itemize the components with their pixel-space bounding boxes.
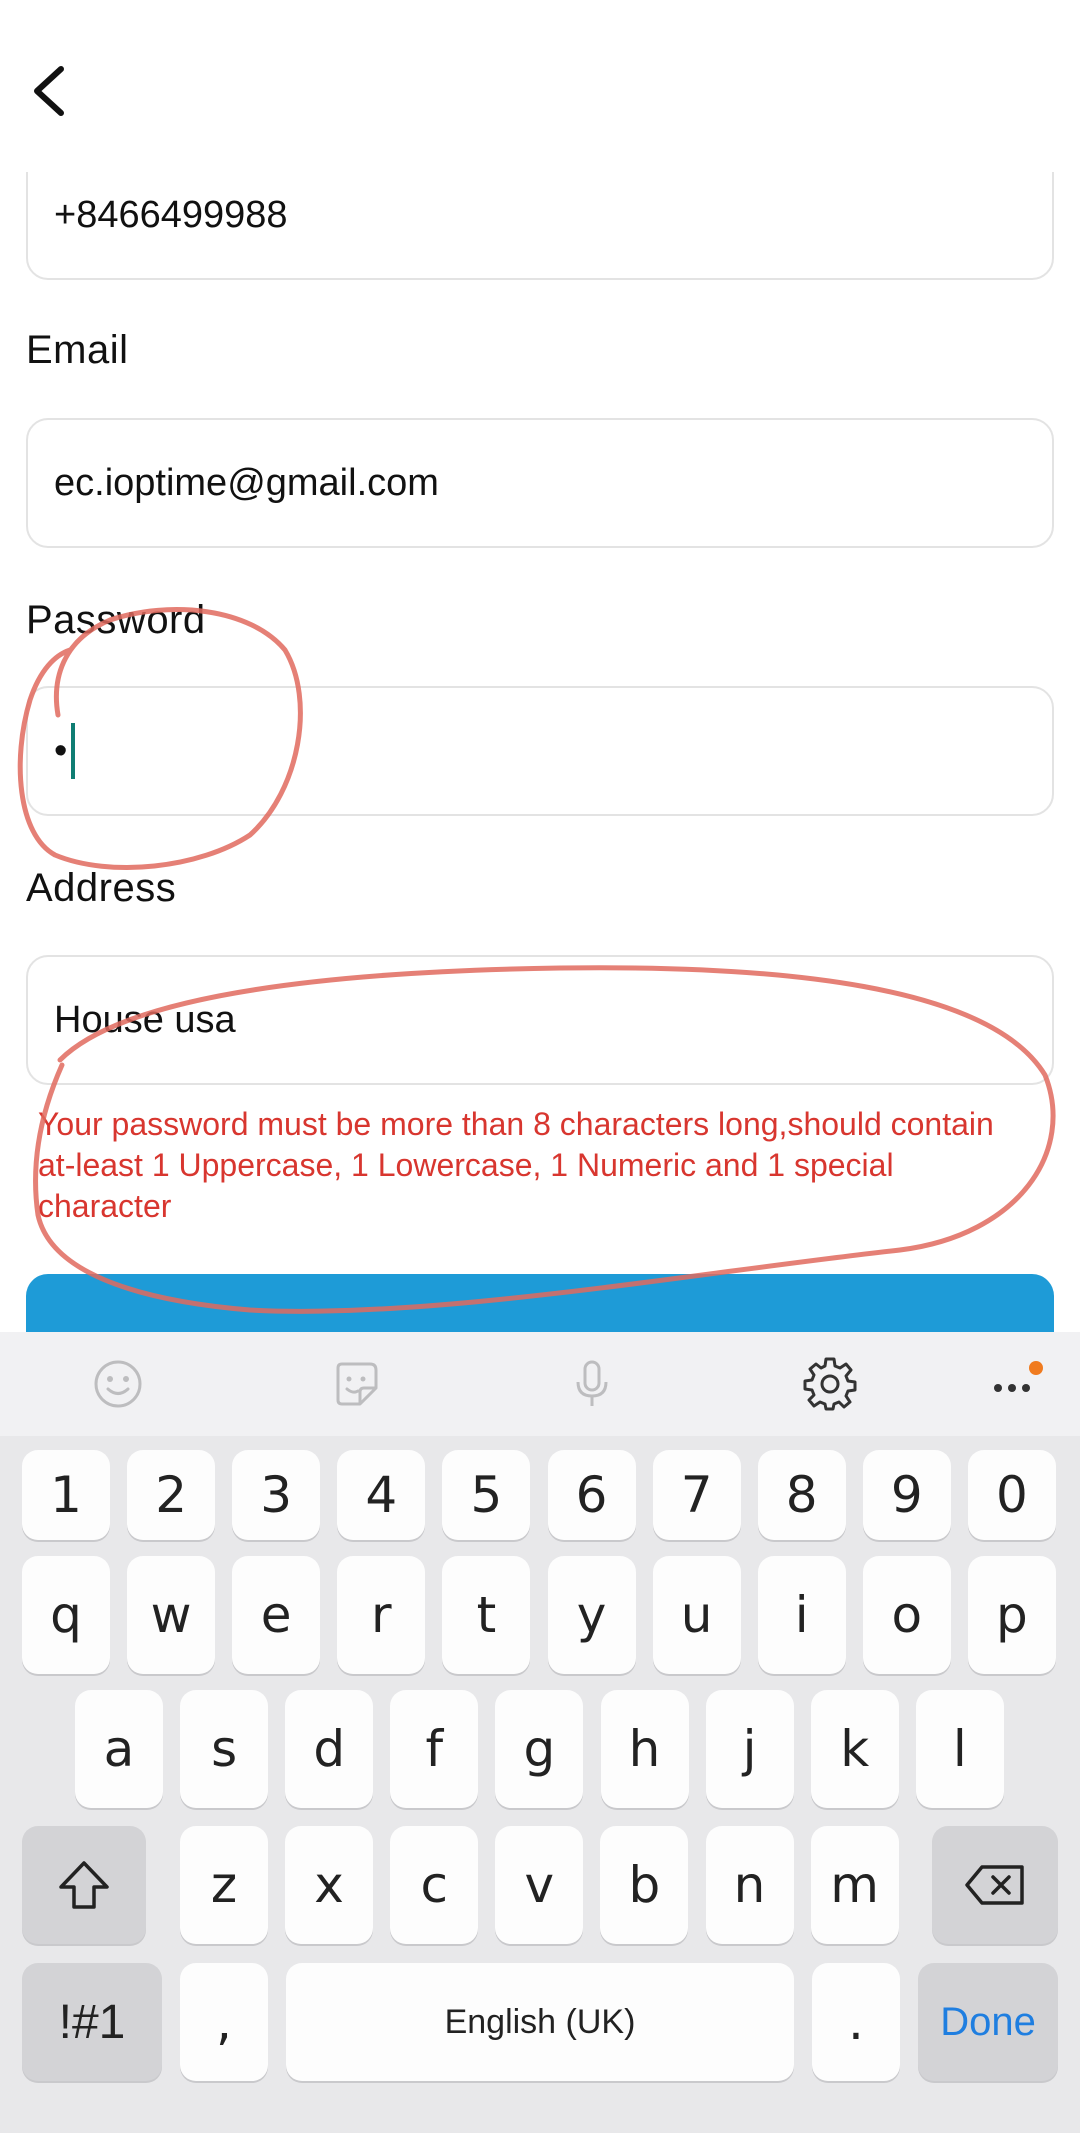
address-label: Address	[26, 866, 177, 910]
password-field[interactable]: •	[26, 686, 1054, 816]
letter-key-b[interactable]: b	[600, 1826, 689, 1944]
keyboard-settings-button[interactable]	[800, 1354, 860, 1414]
password-value: •	[54, 730, 68, 772]
number-key-1[interactable]: 1	[22, 1450, 110, 1540]
emoji-button[interactable]	[88, 1354, 148, 1414]
sticker-button[interactable]	[326, 1354, 386, 1414]
letter-key-t[interactable]: t	[442, 1556, 531, 1674]
settings-icon	[803, 1357, 857, 1411]
emoji-icon	[94, 1360, 142, 1408]
more-icon	[994, 1361, 1043, 1392]
number-key-7[interactable]: 7	[652, 1450, 741, 1540]
sticker-icon	[336, 1362, 378, 1406]
password-label: Password	[26, 598, 206, 642]
letter-key-m[interactable]: m	[810, 1826, 899, 1944]
number-key-2[interactable]: 2	[127, 1450, 216, 1540]
email-field[interactable]: ec.ioptime@gmail.com	[26, 418, 1054, 548]
letter-key-l[interactable]: l	[915, 1690, 1004, 1808]
phone-value: +8466499988	[54, 193, 288, 236]
period-key[interactable]: .	[812, 1963, 900, 2081]
letter-key-x[interactable]: x	[285, 1826, 374, 1944]
back-arrow-icon	[34, 66, 64, 116]
email-label: Email	[26, 328, 129, 372]
backspace-icon	[965, 1865, 1024, 1905]
keyboard-toolbar	[0, 1332, 1080, 1436]
letter-key-k[interactable]: k	[810, 1690, 899, 1808]
space-key[interactable]: English (UK)	[286, 1963, 794, 2081]
number-key-3[interactable]: 3	[232, 1450, 321, 1540]
letter-key-d[interactable]: d	[285, 1690, 374, 1808]
letter-key-j[interactable]: j	[705, 1690, 794, 1808]
email-value: ec.ioptime@gmail.com	[54, 461, 439, 504]
letter-key-p[interactable]: p	[967, 1556, 1056, 1674]
letter-key-h[interactable]: h	[600, 1690, 689, 1808]
letter-key-i[interactable]: i	[757, 1556, 846, 1674]
back-button[interactable]	[14, 56, 84, 126]
letter-key-s[interactable]: s	[180, 1690, 269, 1808]
keyboard-keys: !#1 , English (UK) . Done 1234567890 qwer…	[0, 1436, 1080, 2133]
letter-key-z[interactable]: z	[180, 1826, 268, 1944]
number-key-0[interactable]: 0	[967, 1450, 1056, 1540]
letter-key-g[interactable]: g	[495, 1690, 584, 1808]
password-error-message: Your password must be more than 8 charac…	[38, 1106, 994, 1224]
letter-key-n[interactable]: n	[705, 1826, 794, 1944]
letter-key-q[interactable]: q	[22, 1556, 110, 1674]
done-key[interactable]: Done	[918, 1963, 1058, 2081]
voice-input-button[interactable]	[562, 1354, 622, 1414]
number-key-4[interactable]: 4	[337, 1450, 426, 1540]
backspace-key[interactable]	[932, 1826, 1058, 1944]
letter-key-e[interactable]: e	[232, 1556, 321, 1674]
top-bar	[0, 0, 1080, 172]
letter-key-y[interactable]: y	[547, 1556, 636, 1674]
shift-key[interactable]	[22, 1826, 146, 1944]
mic-icon	[576, 1360, 608, 1406]
text-cursor	[71, 723, 76, 779]
signup-form: +8466499988 Email ec.ioptime@gmail.com P…	[0, 0, 1080, 1332]
letter-key-u[interactable]: u	[652, 1556, 741, 1674]
number-key-5[interactable]: 5	[442, 1450, 531, 1540]
address-field[interactable]: House usa	[26, 955, 1054, 1085]
submit-button[interactable]	[26, 1274, 1054, 1332]
soft-keyboard: !#1 , English (UK) . Done 1234567890 qwer…	[0, 1332, 1080, 2133]
letter-key-f[interactable]: f	[390, 1690, 479, 1808]
letter-key-c[interactable]: c	[390, 1826, 479, 1944]
address-value: House usa	[54, 998, 236, 1041]
letter-key-a[interactable]: a	[75, 1690, 163, 1808]
letter-key-v[interactable]: v	[495, 1826, 584, 1944]
number-key-9[interactable]: 9	[862, 1450, 951, 1540]
letter-key-r[interactable]: r	[337, 1556, 426, 1674]
letter-key-w[interactable]: w	[127, 1556, 216, 1674]
number-key-6[interactable]: 6	[547, 1450, 636, 1540]
number-key-8[interactable]: 8	[757, 1450, 846, 1540]
comma-key[interactable]: ,	[180, 1963, 268, 2081]
letter-key-o[interactable]: o	[862, 1556, 951, 1674]
more-options-button[interactable]	[984, 1354, 1044, 1414]
shift-icon	[59, 1861, 109, 1909]
symbols-key[interactable]: !#1	[22, 1963, 162, 2081]
